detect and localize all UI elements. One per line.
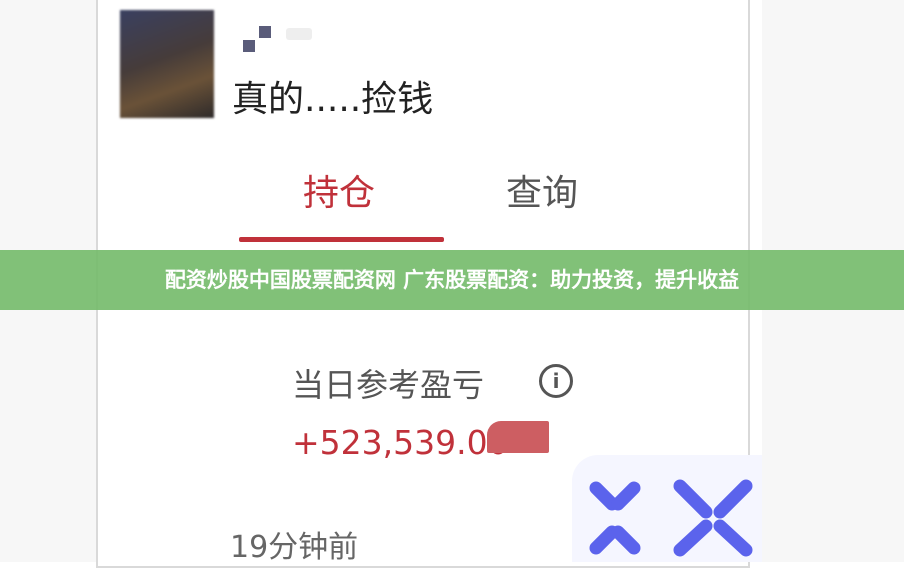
username: 真的.....捡钱	[232, 79, 434, 120]
profit-indicator-bar	[487, 421, 549, 453]
banner-text: 配资炒股中国股票配资网 广东股票配资：助力投资，提升收益	[164, 268, 740, 292]
tab-holdings[interactable]: 持仓	[303, 164, 375, 216]
daily-profit-label: 当日参考盈亏	[292, 366, 485, 404]
tab-query[interactable]: 查询	[506, 164, 578, 216]
info-icon[interactable]: i	[539, 364, 573, 398]
brand-logo-icon	[589, 479, 753, 557]
post-timestamp: 19分钟前	[230, 530, 359, 565]
active-tab-indicator	[239, 237, 444, 242]
watermark-banner: 配资炒股中国股票配资网 广东股票配资：助力投资，提升收益	[0, 250, 904, 310]
daily-profit-value: +523,539.00	[292, 423, 509, 462]
user-badge-icon	[243, 26, 277, 56]
blurred-text	[286, 28, 312, 40]
avatar[interactable]	[120, 10, 214, 118]
